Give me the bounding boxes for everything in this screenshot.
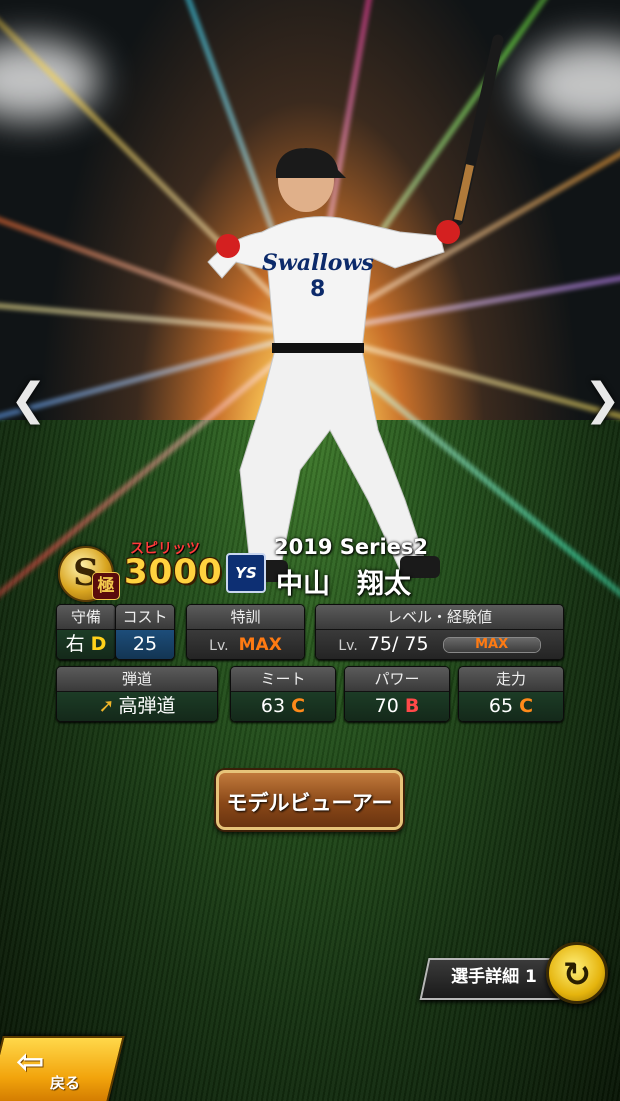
back-arrow-icon[interactable]: ⇦ bbox=[16, 1042, 45, 1082]
stat-power: パワー 70 B bbox=[344, 666, 450, 722]
level-value: 75/ 75 bbox=[367, 633, 429, 655]
team-logo-icon: YS bbox=[226, 553, 266, 593]
stat-training-value: Lv. MAX bbox=[187, 630, 304, 659]
svg-text:Swallows: Swallows bbox=[262, 250, 374, 276]
contact-grade: C bbox=[291, 695, 306, 717]
training-max: MAX bbox=[238, 635, 282, 655]
stat-trajectory-label: 弾道 bbox=[57, 667, 217, 692]
chevron-right-icon[interactable]: ❯ bbox=[584, 378, 620, 422]
stat-contact: ミート 63 C bbox=[230, 666, 336, 722]
power-value: 70 bbox=[374, 695, 399, 717]
stat-training-label: 特訓 bbox=[187, 605, 304, 630]
stat-trajectory: 弾道 ➚ 高弾道 bbox=[56, 666, 218, 722]
stat-cost: コスト 25 bbox=[115, 604, 175, 660]
defense-grade: D bbox=[90, 633, 107, 655]
stat-contact-label: ミート bbox=[231, 667, 335, 692]
stat-trajectory-value: ➚ 高弾道 bbox=[57, 692, 217, 721]
power-grade: B bbox=[404, 695, 420, 717]
stat-cost-label: コスト bbox=[116, 605, 174, 630]
speed-grade: C bbox=[519, 695, 534, 717]
stat-level-value: Lv. 75/ 75 MAX bbox=[316, 630, 563, 659]
contact-value: 63 bbox=[260, 695, 286, 717]
exp-bar-text: MAX bbox=[475, 636, 509, 652]
stat-training: 特訓 Lv. MAX bbox=[186, 604, 305, 660]
trajectory-value: 高弾道 bbox=[118, 695, 176, 717]
defense-position: 右 bbox=[65, 633, 85, 655]
player-detail-label[interactable]: 選手詳細 1 bbox=[432, 963, 556, 991]
player-image: Swallows 8 bbox=[207, 34, 504, 582]
stat-speed-label: 走力 bbox=[459, 667, 563, 692]
svg-text:8: 8 bbox=[310, 277, 325, 302]
training-lv-prefix: Lv. bbox=[209, 638, 229, 654]
arrow-up-right-icon: ➚ bbox=[98, 695, 115, 717]
stat-power-label: パワー bbox=[345, 667, 449, 692]
stat-level: レベル・経験値 Lv. 75/ 75 MAX bbox=[315, 604, 564, 660]
level-lv-prefix: Lv. bbox=[338, 638, 358, 654]
speed-value: 65 bbox=[488, 695, 514, 717]
stat-defense-value: 右 D bbox=[57, 630, 115, 659]
back-label[interactable]: 戻る bbox=[50, 1072, 80, 1093]
stat-cost-value: 25 bbox=[116, 630, 174, 659]
spirits-value: 3000 bbox=[124, 552, 223, 592]
stat-contact-value: 63 C bbox=[231, 692, 335, 721]
player-name: 中山 翔太 bbox=[276, 569, 411, 600]
swap-arrows-icon[interactable]: ↻ bbox=[546, 942, 608, 1004]
model-viewer-button[interactable]: モデルビューアー bbox=[216, 770, 403, 830]
stat-speed-value: 65 C bbox=[459, 692, 563, 721]
rank-kanji: 極 bbox=[92, 572, 120, 600]
stat-defense-label: 守備 bbox=[57, 605, 115, 630]
card-series: 2019 Series2 bbox=[274, 535, 429, 559]
stat-defense: 守備 右 D bbox=[56, 604, 116, 660]
stat-speed: 走力 65 C bbox=[458, 666, 564, 722]
stat-power-value: 70 B bbox=[345, 692, 449, 721]
chevron-left-icon[interactable]: ❮ bbox=[10, 378, 47, 422]
stat-level-label: レベル・経験値 bbox=[316, 605, 563, 630]
player-card-screen: Swallows 8 ❮ ❯ S 極 スピリッツ 3000 YS 2019 Se… bbox=[0, 0, 620, 1101]
exp-bar: MAX bbox=[442, 636, 541, 653]
